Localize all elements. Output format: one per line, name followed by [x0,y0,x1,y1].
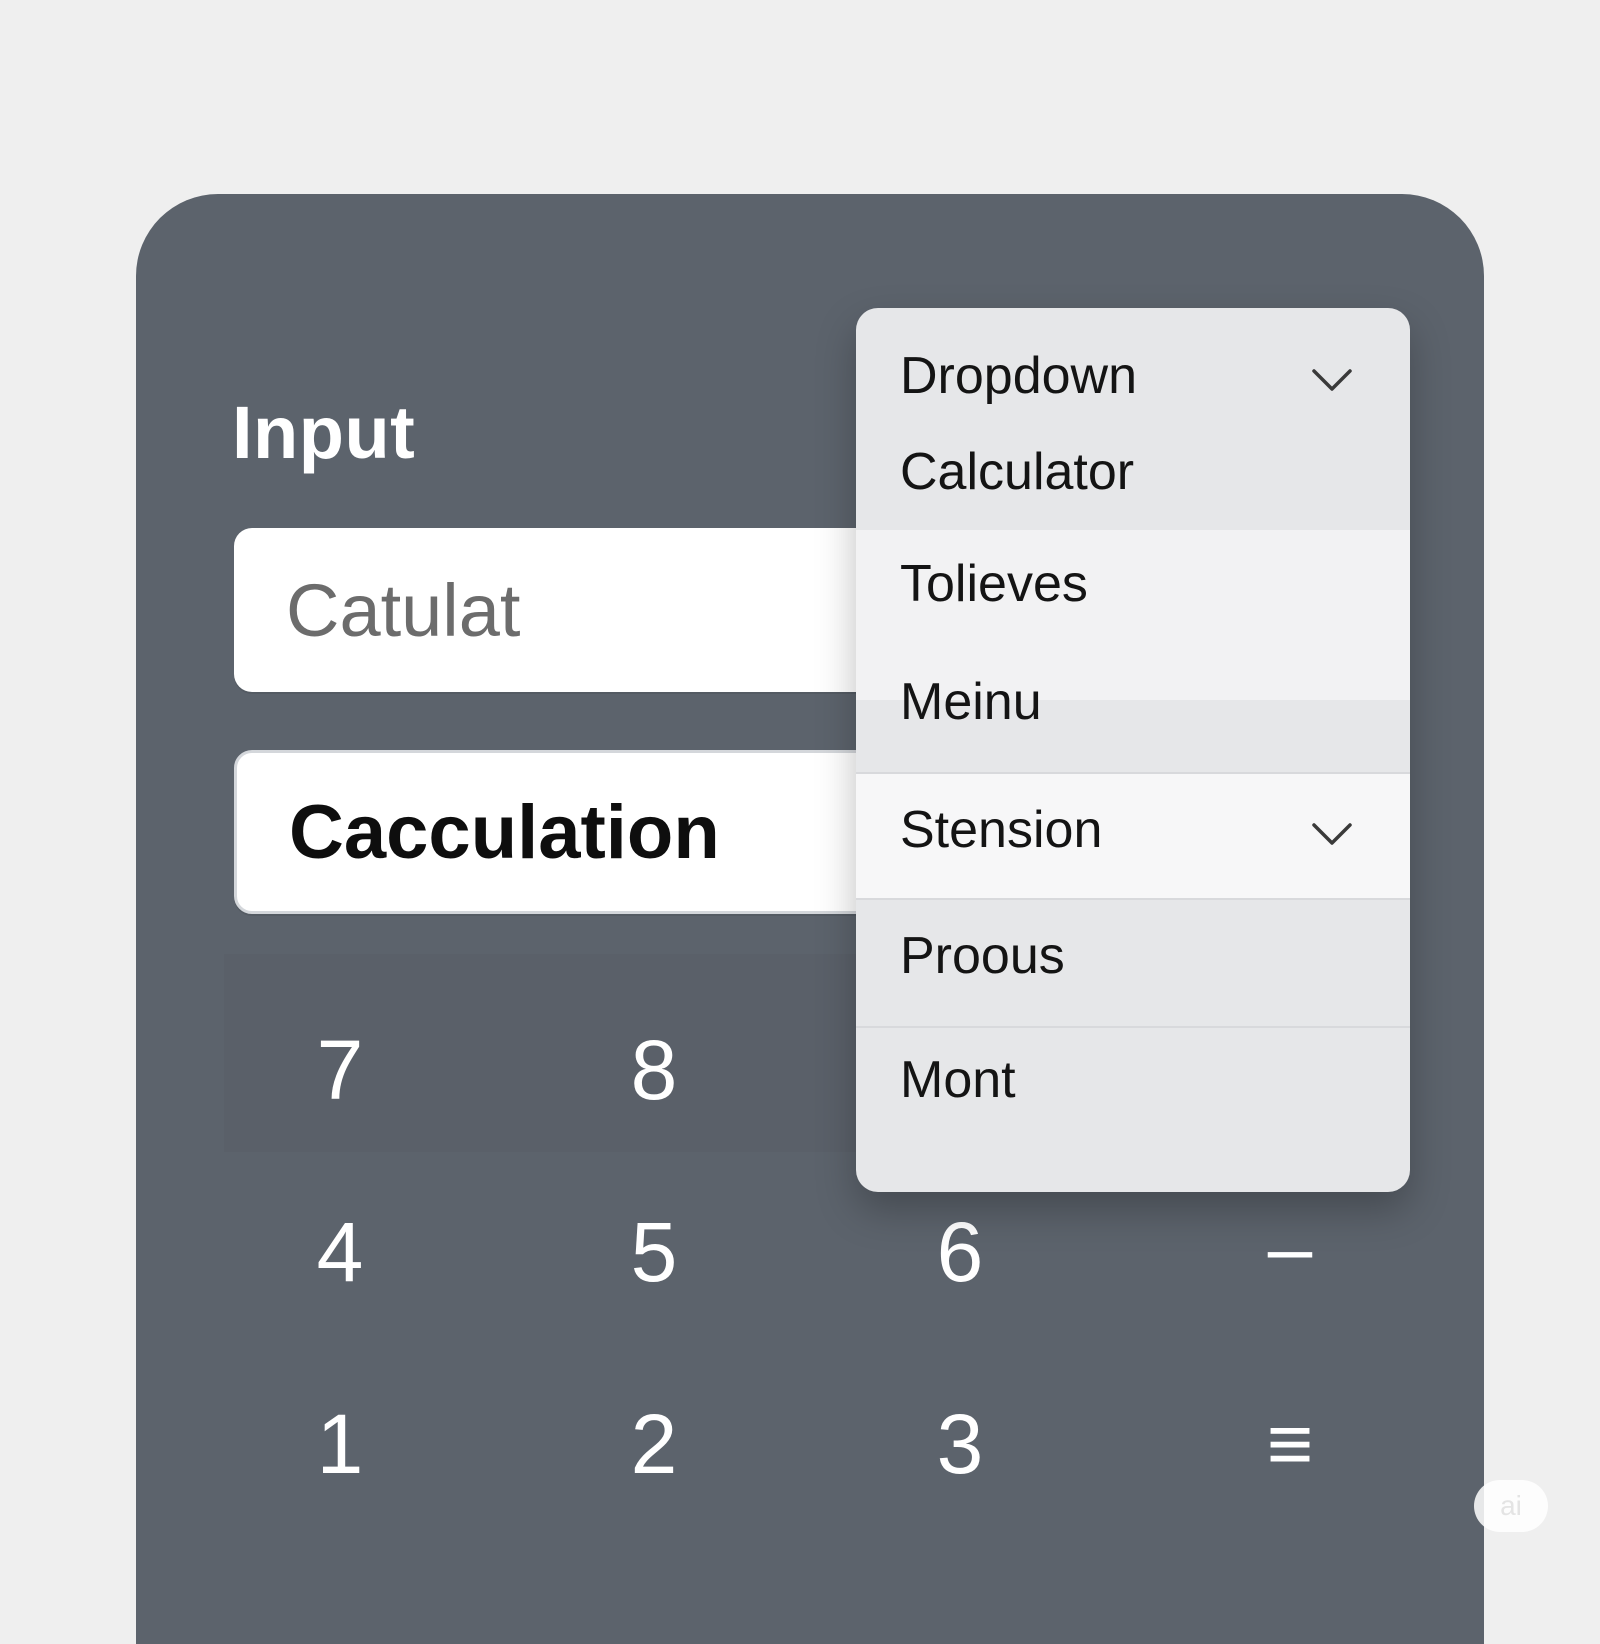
key-3[interactable]: 3 [890,1374,1030,1514]
calculation-field[interactable]: Cacculation [234,750,954,914]
dropdown-item[interactable]: Mont [856,1050,1410,1120]
dropdown-item[interactable]: Meinu [856,672,1410,742]
key-8[interactable]: 8 [584,1000,724,1140]
dropdown-item-selected[interactable]: Stension [856,800,1410,870]
key-7[interactable]: 7 [270,1000,410,1140]
ai-badge: ai [1474,1480,1548,1532]
equals-key[interactable]: ≡ [1220,1374,1360,1514]
chevron-down-icon [1312,823,1352,845]
calculation-field-value: Cacculation [289,789,720,875]
chevron-down-icon [1312,369,1352,391]
dropdown-header-label: Dropdown [900,347,1138,405]
key-1[interactable]: 1 [270,1374,410,1514]
minus-icon: – [1267,1203,1313,1292]
key-2[interactable]: 2 [584,1374,724,1514]
divider [856,1026,1410,1028]
dropdown-menu[interactable]: Dropdown Calculator Tolieves Meinu Stens… [856,308,1410,1192]
dropdown-item[interactable]: Proous [856,926,1410,996]
key-6[interactable]: 6 [890,1182,1030,1322]
menu-equals-icon: ≡ [1266,1399,1314,1488]
dropdown-item[interactable]: Tolieves [856,554,1410,624]
input-field[interactable]: Catulat [234,528,954,692]
key-5[interactable]: 5 [584,1182,724,1322]
input-field-value: Catulat [286,568,521,652]
input-label: Input [232,391,416,474]
key-4[interactable]: 4 [270,1182,410,1322]
divider [856,898,1410,900]
dropdown-item[interactable]: Calculator [856,442,1410,512]
dropdown-header[interactable]: Dropdown [856,346,1410,416]
minus-key[interactable]: – [1220,1178,1360,1318]
